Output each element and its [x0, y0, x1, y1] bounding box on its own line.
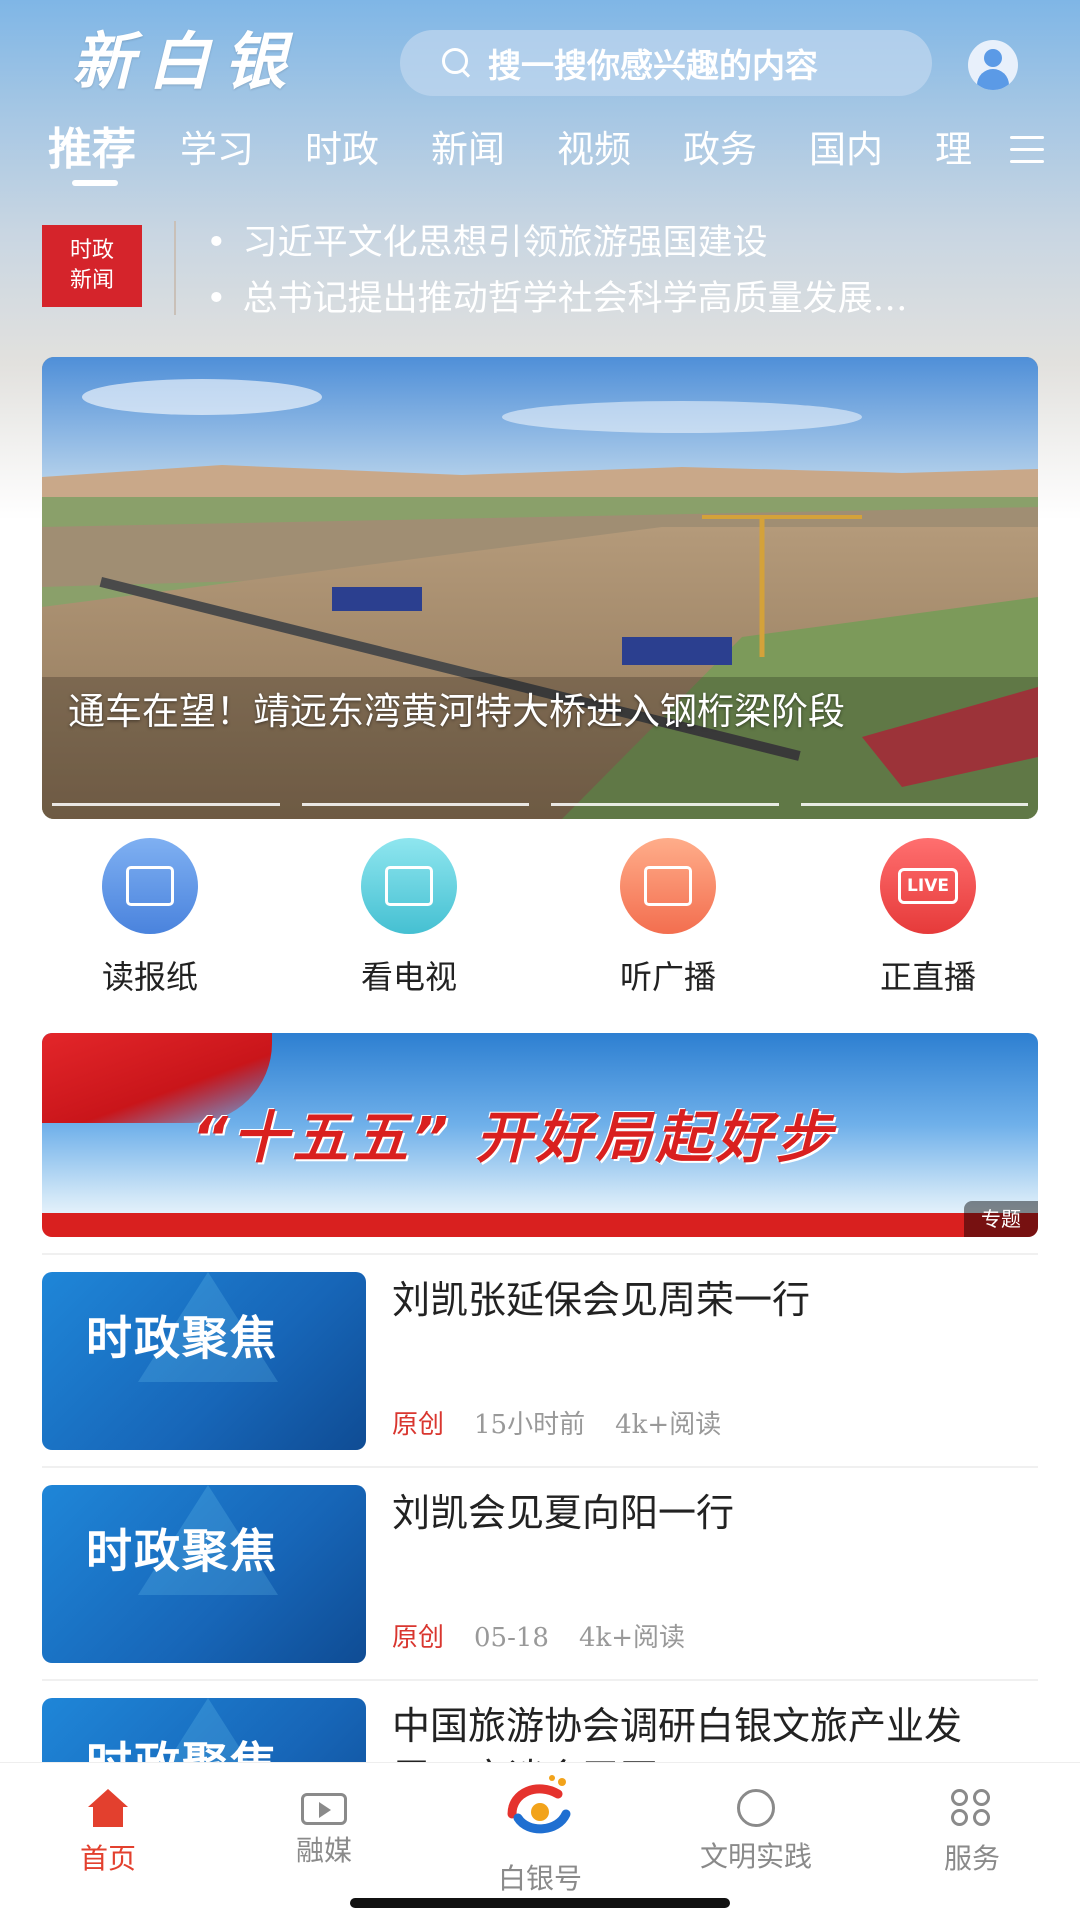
topic-banner[interactable]: “十五五” 开好局起好步 专题 — [42, 1033, 1038, 1237]
tab-study[interactable]: 学习 — [180, 120, 254, 180]
article-meta: 原创 05-18 4k+阅读 — [392, 1623, 686, 1653]
search-bar[interactable]: 搜一搜你感兴趣的内容 — [400, 30, 932, 96]
article-meta: 原创 15小时前 4k+阅读 — [392, 1410, 722, 1440]
article-title: 刘凯会见夏向阳一行 — [392, 1491, 735, 1535]
search-placeholder: 搜一搜你感兴趣的内容 — [488, 46, 818, 85]
quick-entry-row: 读报纸 看电视 听广播 LIVE 正直播 — [0, 838, 1080, 996]
nav-service[interactable]: 服务 — [902, 1789, 1042, 1877]
channel-tabs: 推荐 学习 时政 新闻 视频 政务 国内 理 — [0, 120, 1080, 190]
baiyin-logo-icon[interactable] — [498, 1772, 582, 1842]
divider — [42, 1679, 1038, 1681]
article-item[interactable]: 时政聚焦 刘凯会见夏向阳一行 原创 05-18 4k+阅读 — [42, 1485, 1038, 1665]
ticker-headline[interactable]: 总书记提出推动哲学社会科学高质量发展… — [206, 275, 1046, 323]
tab-politics[interactable]: 时政 — [305, 120, 379, 180]
divider — [174, 221, 176, 315]
tab-recommend[interactable]: 推荐 — [48, 120, 136, 180]
topic-tag: 专题 — [964, 1201, 1038, 1237]
radio-icon — [620, 838, 716, 934]
tab-government[interactable]: 政务 — [683, 120, 757, 180]
article-item[interactable]: 时政聚焦 中国旅游协会调研白银文旅产业发展…座谈会召开 — [42, 1698, 1038, 1762]
active-tab-indicator — [72, 180, 118, 186]
home-icon — [85, 1789, 131, 1829]
article-item[interactable]: 时政聚焦 刘凯张延保会见周荣一行 原创 15小时前 4k+阅读 — [42, 1272, 1038, 1452]
entry-listen-radio[interactable]: 听广播 — [588, 838, 748, 998]
article-thumbnail: 时政聚焦 — [42, 1698, 366, 1762]
red-ribbon — [42, 1213, 1038, 1237]
divider — [42, 1253, 1038, 1255]
user-avatar-icon[interactable] — [968, 40, 1018, 90]
home-indicator — [350, 1898, 730, 1908]
nav-baiyin-account[interactable]: 白银号 — [470, 1849, 610, 1897]
tab-domestic[interactable]: 国内 — [809, 120, 883, 180]
news-ticker[interactable]: 时政 新闻 习近平文化思想引领旅游强国建设 总书记提出推动哲学社会科学高质量发展… — [42, 215, 1042, 325]
carousel-indicator — [52, 803, 1028, 807]
article-thumbnail: 时政聚焦 — [42, 1485, 366, 1663]
app-header: 新白银 搜一搜你感兴趣的内容 — [0, 22, 1080, 102]
hero-carousel[interactable]: 通车在望！靖远东湾黄河特大桥进入钢桁梁阶段 — [42, 357, 1038, 819]
bridge-photo — [42, 357, 1038, 819]
divider — [42, 1466, 1038, 1468]
article-title: 中国旅游协会调研白银文旅产业发展…座谈会召开 — [392, 1704, 963, 1762]
live-icon: LIVE — [880, 838, 976, 934]
article-title: 刘凯张延保会见周荣一行 — [392, 1278, 811, 1322]
channel-menu-icon[interactable] — [1010, 136, 1044, 164]
hero-caption: 通车在望！靖远东湾黄河特大桥进入钢桁梁阶段 — [68, 690, 845, 733]
ticker-headline[interactable]: 习近平文化思想引领旅游强国建设 — [206, 219, 1046, 267]
search-icon — [440, 46, 474, 80]
tab-theory[interactable]: 理 — [935, 120, 972, 180]
article-thumbnail: 时政聚焦 — [42, 1272, 366, 1450]
entry-live-stream[interactable]: LIVE 正直播 — [848, 838, 1008, 998]
topic-title: “十五五” 开好局起好步 — [192, 1106, 836, 1171]
tab-news[interactable]: 新闻 — [431, 120, 505, 180]
newspaper-icon — [102, 838, 198, 934]
nav-civilization-practice[interactable]: 文明实践 — [686, 1789, 826, 1875]
nav-media[interactable]: 融媒 — [254, 1789, 394, 1869]
tv-icon — [361, 838, 457, 934]
entry-read-newspaper[interactable]: 读报纸 — [70, 838, 230, 998]
media-play-icon — [301, 1793, 347, 1825]
civilization-practice-icon — [737, 1789, 775, 1827]
nav-home[interactable]: 首页 — [38, 1789, 178, 1877]
app-logo: 新白银 — [72, 25, 301, 98]
tab-video[interactable]: 视频 — [557, 120, 631, 180]
service-grid-icon — [949, 1789, 995, 1829]
ticker-badge: 时政 新闻 — [42, 225, 142, 307]
entry-watch-tv[interactable]: 看电视 — [329, 838, 489, 998]
